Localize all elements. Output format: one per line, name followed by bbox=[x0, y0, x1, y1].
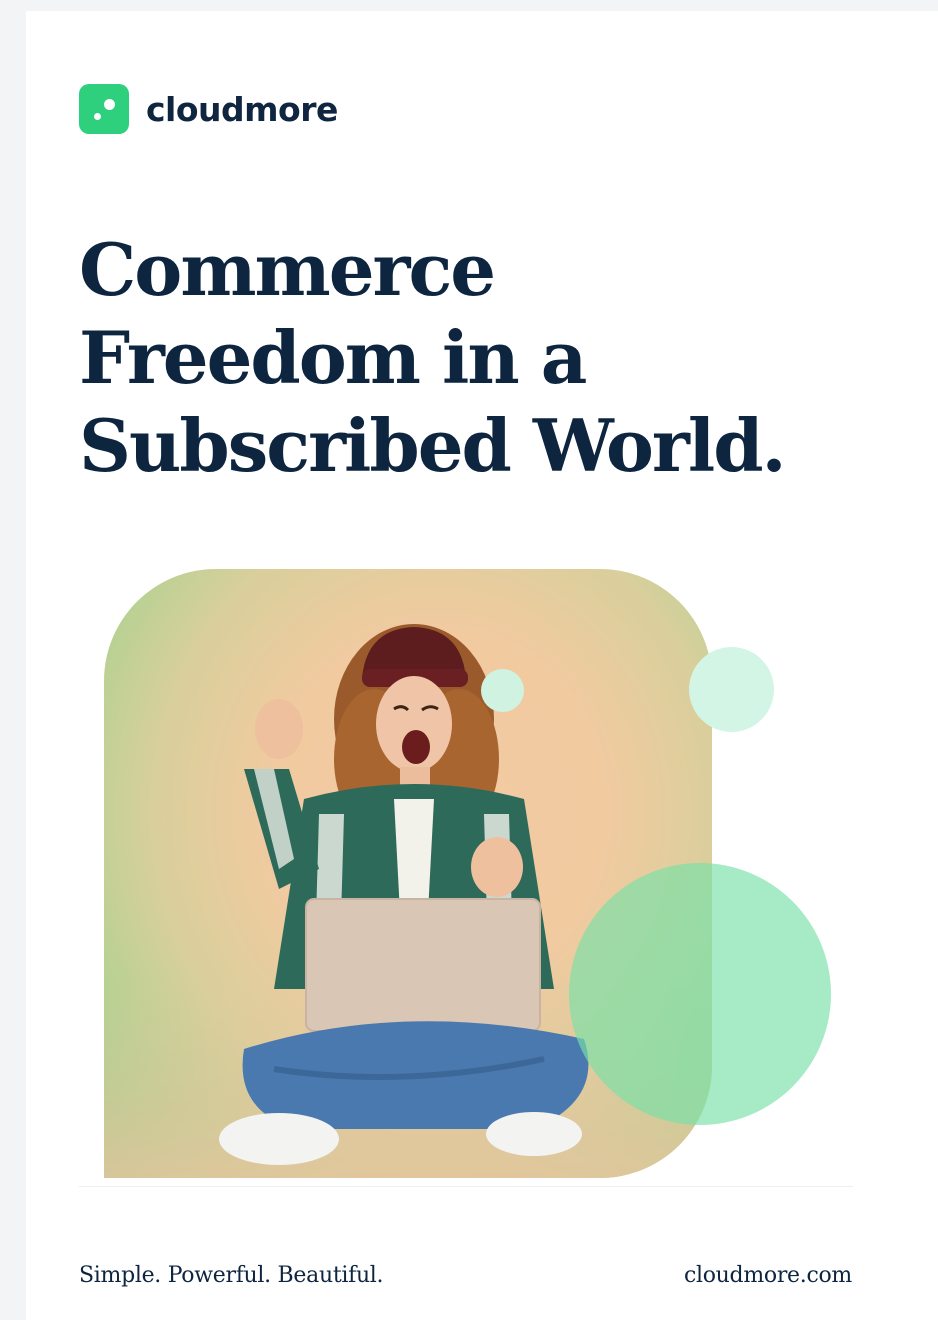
brand-name: cloudmore bbox=[146, 89, 338, 129]
footer-divider bbox=[79, 1186, 853, 1187]
headline-line-2: Freedom in a bbox=[79, 315, 587, 400]
footer-website-link[interactable]: cloudmore.com bbox=[684, 1263, 852, 1288]
decor-bubble-medium bbox=[689, 647, 774, 732]
decor-bubble-small bbox=[481, 669, 524, 712]
brochure-cover: cloudmore Commerce Freedom in a Subscrib… bbox=[26, 11, 938, 1320]
brand-logo[interactable]: cloudmore bbox=[79, 84, 338, 134]
decor-bubble-large bbox=[569, 863, 831, 1125]
cloudmore-logo-icon bbox=[79, 84, 129, 134]
headline-line-1: Commerce bbox=[79, 227, 496, 312]
cover-headline: Commerce Freedom in a Subscribed World. bbox=[79, 226, 787, 490]
headline-line-3: Subscribed World. bbox=[79, 403, 787, 488]
footer-tagline: Simple. Powerful. Beautiful. bbox=[79, 1263, 384, 1288]
